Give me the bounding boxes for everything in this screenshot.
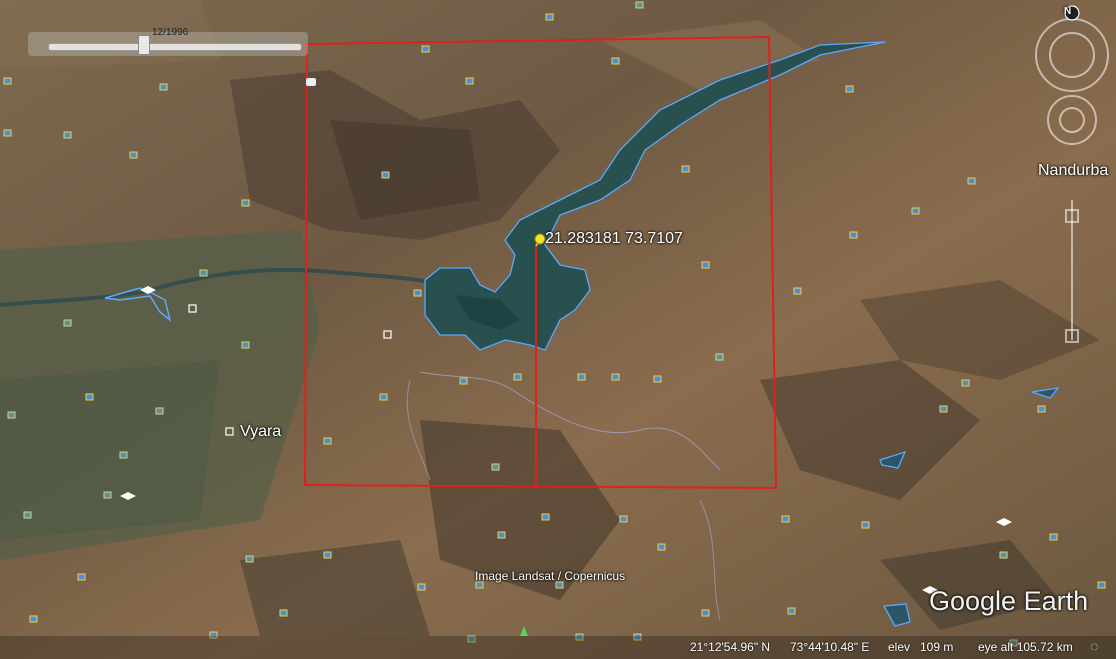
longitude-readout: 73°44'10.48" E: [790, 640, 870, 654]
slider-date-label: 12/1996: [152, 27, 189, 38]
satellite-map[interactable]: [0, 0, 1116, 659]
imagery-attribution: Image Landsat / Copernicus: [475, 569, 626, 583]
car-icon: [306, 78, 316, 86]
elev-label: elev: [888, 640, 911, 654]
compass-north-label[interactable]: N: [1064, 6, 1071, 17]
eye-alt-readout: eye alt 105.72 km: [978, 640, 1073, 654]
latitude-readout: 21°12'54.96" N: [690, 640, 771, 654]
loading-icon: ◌: [1090, 638, 1099, 654]
historical-imagery-slider[interactable]: 12/1996: [28, 27, 308, 56]
slider-track[interactable]: [48, 43, 302, 51]
place-label-nandurba: Nandurba: [1038, 162, 1109, 179]
slider-thumb[interactable]: [138, 35, 150, 55]
elevation-readout: 109 m: [920, 640, 954, 654]
place-label-vyara: Vyara: [240, 423, 282, 440]
google-earth-logo: Google Earth: [929, 586, 1089, 616]
status-bar: 21°12'54.96" N 73°44'10.48" E elev 109 m…: [0, 636, 1116, 659]
pin-label: 21.283181 73.7107: [545, 230, 683, 247]
